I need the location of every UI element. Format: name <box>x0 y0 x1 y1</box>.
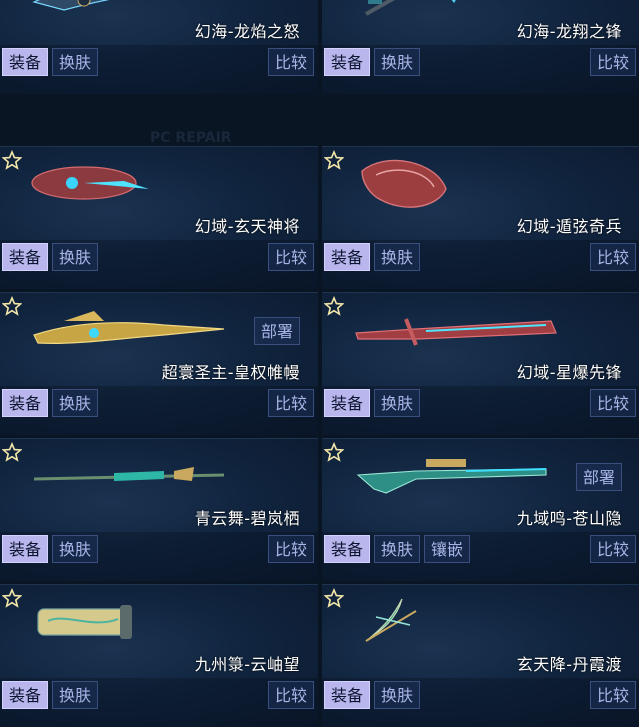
favorite-star-icon[interactable] <box>324 150 344 170</box>
equip-button[interactable]: 装备 <box>2 48 48 76</box>
deploy-button[interactable]: 部署 <box>576 463 622 491</box>
weapon-name: 青云舞-碧岚栖 <box>194 509 300 528</box>
weapon-name: 幻域-星爆先锋 <box>516 363 622 382</box>
weapon-card[interactable]: 九州箓-云岫望 装备 换肤 比较 <box>0 584 318 727</box>
compare-button[interactable]: 比较 <box>268 389 314 417</box>
equip-button[interactable]: 装备 <box>2 681 48 709</box>
favorite-star-icon[interactable] <box>2 150 22 170</box>
equip-button[interactable]: 装备 <box>324 389 370 417</box>
red-blaster-icon <box>31 166 149 200</box>
compare-button[interactable]: 比较 <box>590 389 636 417</box>
weapon-card[interactable]: 幻海-龙翔之锋 装备 换肤 比较 <box>322 0 639 94</box>
jade-bow-icon <box>365 598 417 642</box>
compare-button[interactable]: 比较 <box>590 243 636 271</box>
weapon-inventory-grid: 幻海-龙焰之怒 装备 换肤 比较 幻海-龙翔之锋 装备 换肤 比较 幻域-玄天神… <box>0 0 639 727</box>
favorite-star-icon[interactable] <box>324 588 344 608</box>
skin-button[interactable]: 换肤 <box>52 389 98 417</box>
weapon-name: 玄天降-丹霞渡 <box>516 655 622 674</box>
weapon-card[interactable]: 幻域-玄天神将 装备 换肤 比较 <box>0 146 318 289</box>
favorite-star-icon[interactable] <box>324 442 344 462</box>
weapon-card[interactable]: 幻域-星爆先锋 装备 换肤 比较 <box>322 292 639 435</box>
equip-button[interactable]: 装备 <box>324 535 370 563</box>
skin-button[interactable]: 换肤 <box>374 681 420 709</box>
skin-button[interactable]: 换肤 <box>374 243 420 271</box>
weapon-name: 九域鸣-苍山隐 <box>516 509 622 528</box>
compare-button[interactable]: 比较 <box>268 681 314 709</box>
weapon-card[interactable]: 青云舞-碧岚栖 装备 换肤 比较 <box>0 438 318 581</box>
compare-button[interactable]: 比较 <box>590 48 636 76</box>
weapon-name: 幻域-玄天神将 <box>194 217 300 236</box>
weapon-card[interactable]: 玄天降-丹霞渡 装备 换肤 比较 <box>322 584 639 727</box>
golden-rifle-icon <box>33 311 225 344</box>
weapon-card[interactable]: 幻海-龙焰之怒 装备 换肤 比较 <box>0 0 318 94</box>
red-sword-icon <box>355 318 557 346</box>
favorite-star-icon[interactable] <box>2 588 22 608</box>
favorite-star-icon[interactable] <box>324 296 344 316</box>
equip-button[interactable]: 装备 <box>324 48 370 76</box>
weapon-name: 超寰圣主-皇权帷幔 <box>161 363 300 382</box>
jade-spear-icon <box>33 467 225 481</box>
weapon-card[interactable]: 部署 九域鸣-苍山隐 装备 换肤 镶嵌 比较 <box>322 438 639 581</box>
compare-button[interactable]: 比较 <box>268 243 314 271</box>
skin-button[interactable]: 换肤 <box>52 243 98 271</box>
jade-sniper-icon <box>356 459 547 494</box>
skin-button[interactable]: 换肤 <box>52 681 98 709</box>
weapon-name: 九州箓-云岫望 <box>194 655 300 674</box>
scroll-icon <box>37 605 132 639</box>
weapon-name: 幻海-龙焰之怒 <box>194 22 300 41</box>
compare-button[interactable]: 比较 <box>268 48 314 76</box>
deploy-button[interactable]: 部署 <box>254 317 300 345</box>
favorite-star-icon[interactable] <box>2 442 22 462</box>
weapon-card[interactable]: 部署 超寰圣主-皇权帷幔 装备 换肤 比较 <box>0 292 318 435</box>
skin-button[interactable]: 换肤 <box>52 48 98 76</box>
weapon-card[interactable]: 幻域-遁弦奇兵 装备 换肤 比较 <box>322 146 639 289</box>
dragon-cannon-icon <box>32 0 110 11</box>
compare-button[interactable]: 比较 <box>590 681 636 709</box>
equip-button[interactable]: 装备 <box>2 535 48 563</box>
skin-button[interactable]: 换肤 <box>374 535 420 563</box>
background-watermark: PC REPAIR <box>150 130 232 146</box>
equip-button[interactable]: 装备 <box>324 243 370 271</box>
weapon-name: 幻域-遁弦奇兵 <box>516 217 622 236</box>
equip-button[interactable]: 装备 <box>2 243 48 271</box>
skin-button[interactable]: 换肤 <box>374 48 420 76</box>
equip-button[interactable]: 装备 <box>2 389 48 417</box>
compare-button[interactable]: 比较 <box>268 535 314 563</box>
equip-button[interactable]: 装备 <box>324 681 370 709</box>
weapon-name: 幻海-龙翔之锋 <box>516 22 622 41</box>
skin-button[interactable]: 换肤 <box>374 389 420 417</box>
favorite-star-icon[interactable] <box>2 296 22 316</box>
inlay-button[interactable]: 镶嵌 <box>424 535 470 563</box>
compare-button[interactable]: 比较 <box>590 535 636 563</box>
red-shield-icon <box>361 159 447 208</box>
skin-button[interactable]: 换肤 <box>52 535 98 563</box>
axe-icon <box>365 0 456 16</box>
